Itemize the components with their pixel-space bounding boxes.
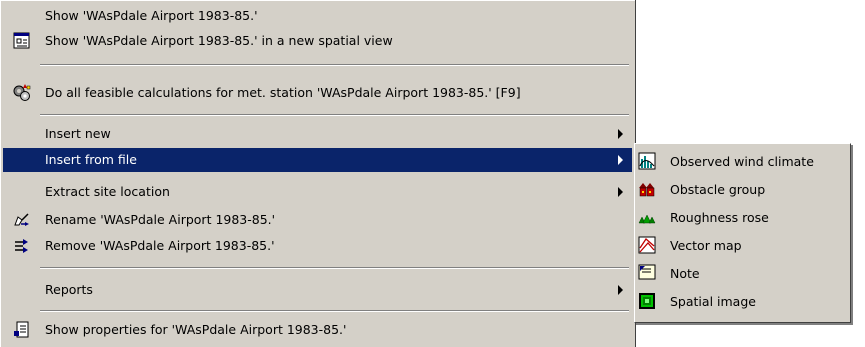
vector-map-icon [638,236,656,254]
submenu-arrow-icon [618,285,623,295]
submenu-item-observed-wind-climate[interactable]: Observed wind climate [638,148,847,176]
menu-item-insert-new[interactable]: Insert new [3,122,632,146]
submenu-arrow-icon [618,129,623,139]
roughness-rose-icon [638,208,656,226]
submenu-item-label: Spatial image [670,294,756,309]
menu-item-label: Show 'WAsPdale Airport 1983-85.' in a ne… [45,33,393,48]
menu-item-insert-from-file[interactable]: Insert from file [3,148,632,172]
menu-item-label: Do all feasible calculations for met. st… [45,85,521,100]
menu-item-label: Rename 'WAsPdale Airport 1983-85.' [45,212,276,227]
note-icon [638,264,656,282]
submenu-item-note[interactable]: Note [638,260,847,288]
submenu-item-label: Note [670,266,700,281]
menu-item-rename[interactable]: Rename 'WAsPdale Airport 1983-85.' [3,208,632,232]
menu-item-reports[interactable]: Reports [3,278,632,302]
obstacle-group-icon [638,180,656,198]
menu-item-show-spatial-view[interactable]: Show 'WAsPdale Airport 1983-85.' in a ne… [3,29,632,53]
insert-from-file-submenu: Observed wind climate Obstacle group Rou… [634,143,851,323]
menu-item-extract-site-location[interactable]: Extract site location [3,180,632,204]
submenu-item-label: Observed wind climate [670,154,814,169]
submenu-item-label: Obstacle group [670,182,766,197]
properties-icon [13,321,31,339]
menu-item-label: Remove 'WAsPdale Airport 1983-85.' [45,238,275,253]
calculate-gears-icon [13,84,31,102]
rename-icon [13,211,31,229]
menu-item-do-all-calculations[interactable]: Do all feasible calculations for met. st… [3,81,632,105]
spatial-view-icon [13,32,31,50]
submenu-item-spatial-image[interactable]: Spatial image [638,288,847,316]
menu-item-label: Show 'WAsPdale Airport 1983-85.' [45,8,258,23]
context-menu: Show 'WAsPdale Airport 1983-85.' Show 'W… [0,0,636,347]
remove-icon [13,237,31,255]
menu-separator [40,310,629,312]
menu-item-show-properties[interactable]: Show properties for 'WAsPdale Airport 19… [3,318,632,342]
menu-separator [40,267,629,269]
menu-item-label: Extract site location [45,184,170,199]
submenu-item-obstacle-group[interactable]: Obstacle group [638,176,847,204]
menu-item-remove[interactable]: Remove 'WAsPdale Airport 1983-85.' [3,234,632,258]
menu-separator [40,64,629,66]
wind-climate-icon [638,152,656,170]
menu-item-label: Insert from file [45,152,137,167]
submenu-arrow-icon [618,187,623,197]
menu-item-show[interactable]: Show 'WAsPdale Airport 1983-85.' [3,4,632,28]
menu-item-label: Show properties for 'WAsPdale Airport 19… [45,322,347,337]
menu-separator [40,114,629,116]
submenu-item-roughness-rose[interactable]: Roughness rose [638,204,847,232]
spatial-image-icon [638,292,656,310]
menu-item-label: Reports [45,282,93,297]
submenu-item-label: Roughness rose [670,210,769,225]
submenu-item-label: Vector map [670,238,742,253]
menu-item-label: Insert new [45,126,111,141]
submenu-item-vector-map[interactable]: Vector map [638,232,847,260]
submenu-arrow-icon [618,155,623,165]
